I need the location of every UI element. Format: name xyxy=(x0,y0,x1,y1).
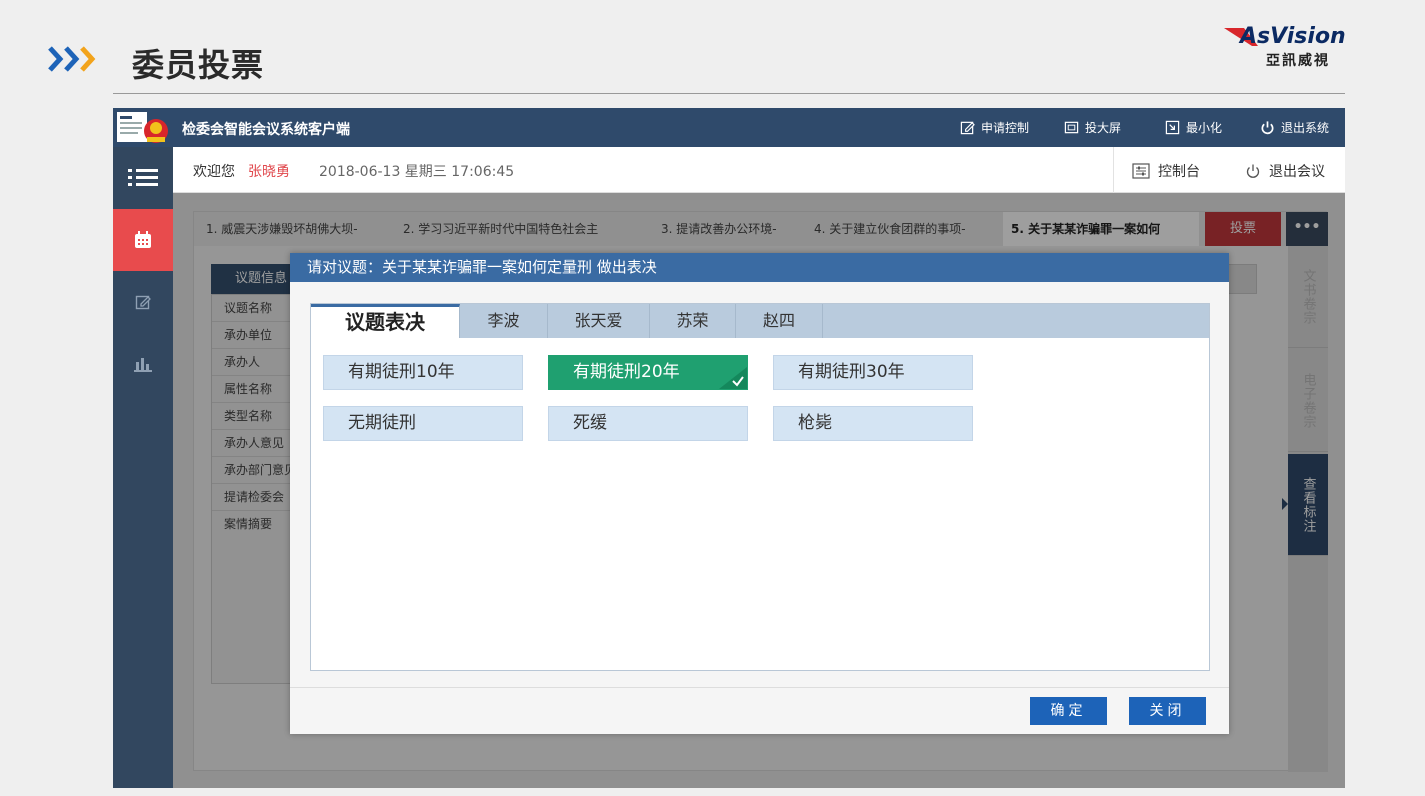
sidebar-menu-toggle[interactable] xyxy=(113,147,173,209)
sidebar-item-stats[interactable] xyxy=(113,333,173,395)
slide-header: 委员投票 AsVision 亞訊威視 xyxy=(0,0,1425,94)
vote-dialog-body: 议题表决 李波 张天爱 苏荣 赵四 有期徒刑10年 有期徒刑20年 有期徒刑30… xyxy=(310,303,1210,671)
vote-tabs: 议题表决 李波 张天爱 苏荣 赵四 xyxy=(311,304,1209,338)
exit-meeting-button[interactable]: 退出会议 xyxy=(1245,161,1325,181)
logo-sub-text: 亞訊威視 xyxy=(1266,53,1330,69)
vote-dialog-title: 请对议题：关于某某诈骗罪一案如何定量刑 做出表决 xyxy=(290,253,1229,282)
screen-icon xyxy=(1064,121,1079,134)
vote-dialog: 请对议题：关于某某诈骗罪一案如何定量刑 做出表决 议题表决 李波 张天爱 苏荣 … xyxy=(290,253,1229,734)
tab-member-zhaosi[interactable]: 赵四 xyxy=(736,304,823,338)
tab-member-libo[interactable]: 李波 xyxy=(460,304,548,338)
sidebar-item-calendar[interactable] xyxy=(113,209,173,271)
confirm-button[interactable]: 确定 xyxy=(1030,697,1107,725)
exit-system-label: 退出系统 xyxy=(1281,121,1330,135)
menu-icon xyxy=(128,169,158,186)
option-execution[interactable]: 枪毙 xyxy=(773,406,973,441)
option-30-years[interactable]: 有期徒刑30年 xyxy=(773,355,973,390)
userbar-divider xyxy=(1113,147,1114,193)
exit-meeting-label: 退出会议 xyxy=(1269,164,1325,180)
sidebar-item-edit[interactable] xyxy=(113,271,173,333)
option-10-years[interactable]: 有期徒刑10年 xyxy=(323,355,523,390)
app-sidebar xyxy=(113,147,173,788)
console-icon xyxy=(1132,163,1150,179)
calendar-icon xyxy=(135,231,151,248)
minimize-label: 最小化 xyxy=(1186,121,1223,135)
slide-title: 委员投票 xyxy=(132,46,265,84)
checkmark-icon xyxy=(719,367,747,389)
tab-member-surong[interactable]: 苏荣 xyxy=(650,304,736,338)
option-suspended-death[interactable]: 死缓 xyxy=(548,406,748,441)
project-screen-label: 投大屏 xyxy=(1085,121,1122,135)
minimize-button[interactable]: 最小化 xyxy=(1165,119,1222,136)
logo-main-text: AsVision xyxy=(1240,24,1346,49)
minimize-icon xyxy=(1165,120,1180,135)
edit-icon xyxy=(960,121,975,135)
procuratorate-emblem-icon xyxy=(117,112,168,143)
project-screen-button[interactable]: 投大屏 xyxy=(1064,119,1121,136)
console-button[interactable]: 控制台 xyxy=(1132,161,1200,181)
option-20-years[interactable]: 有期徒刑20年 xyxy=(548,355,748,390)
option-life-imprisonment[interactable]: 无期徒刑 xyxy=(323,406,523,441)
request-control-button[interactable]: 申请控制 xyxy=(960,119,1029,136)
asvision-logo: AsVision 亞訊威視 xyxy=(1222,24,1382,74)
close-button[interactable]: 关闭 xyxy=(1129,697,1206,725)
tab-topic-vote[interactable]: 议题表决 xyxy=(311,304,460,338)
tab-member-zhangtianai[interactable]: 张天爱 xyxy=(548,304,650,338)
triple-chevron-icon xyxy=(48,46,96,72)
header-divider xyxy=(113,93,1345,94)
app-titlebar: 检委会智能会议系统客户端 申请控制 投大屏 最小化 退出系统 xyxy=(113,108,1345,147)
request-control-label: 申请控制 xyxy=(981,121,1030,135)
option-label: 有期徒刑20年 xyxy=(573,362,680,382)
user-name: 张晓勇 xyxy=(248,164,290,180)
current-datetime: 2018-06-13 星期三 17:06:45 xyxy=(319,164,515,180)
power-icon xyxy=(1246,164,1260,178)
user-bar: 欢迎您 张晓勇 2018-06-13 星期三 17:06:45 控制台 退出会议 xyxy=(173,147,1345,193)
console-label: 控制台 xyxy=(1158,164,1200,180)
power-icon xyxy=(1261,121,1274,135)
app-title: 检委会智能会议系统客户端 xyxy=(182,122,350,138)
exit-system-button[interactable]: 退出系统 xyxy=(1260,119,1329,136)
vote-dialog-footer: 确定 关闭 xyxy=(290,687,1229,734)
bar-chart-icon xyxy=(134,358,152,372)
welcome-text: 欢迎您 xyxy=(193,164,235,180)
note-edit-icon xyxy=(135,295,151,310)
